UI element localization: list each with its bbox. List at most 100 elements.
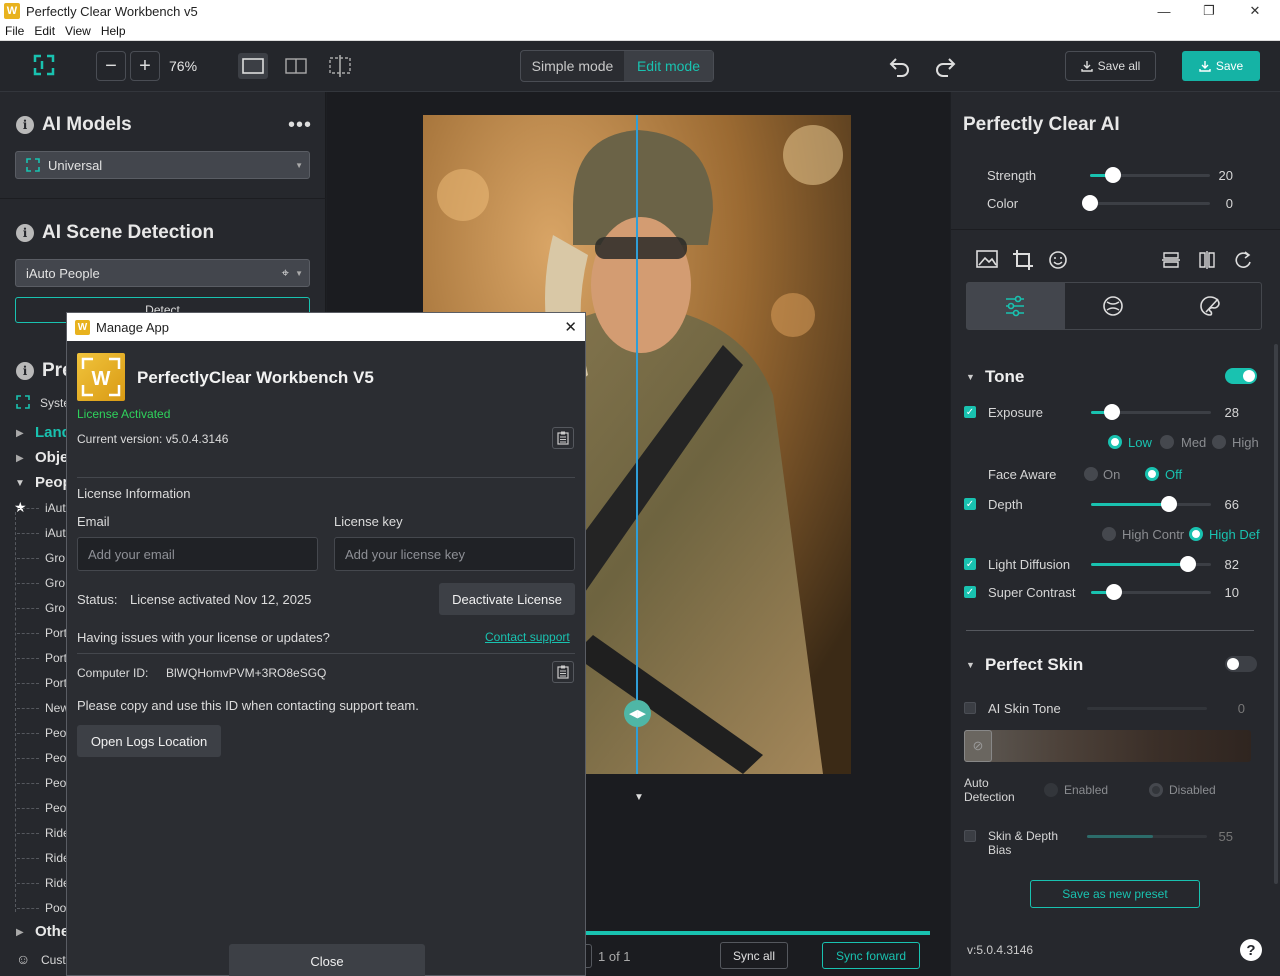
- preset-item[interactable]: iAut: [45, 526, 66, 540]
- email-field[interactable]: Add your email: [77, 537, 318, 571]
- redo-icon[interactable]: [933, 55, 957, 77]
- menu-file[interactable]: File: [0, 24, 29, 38]
- side-by-side-icon[interactable]: [282, 54, 310, 78]
- more-options-icon[interactable]: •••: [288, 114, 312, 137]
- custom-presets-label[interactable]: Cust: [41, 953, 66, 967]
- chevron-down-icon[interactable]: ▼: [966, 372, 975, 382]
- skin-depth-checkbox[interactable]: [964, 830, 976, 842]
- preset-item[interactable]: Port: [45, 626, 67, 640]
- ai-skin-tone-checkbox[interactable]: [964, 702, 976, 714]
- menu-view[interactable]: View: [60, 24, 96, 38]
- preset-item[interactable]: Peo: [45, 801, 66, 815]
- clipboard-icon: [557, 431, 569, 445]
- simple-mode-button[interactable]: Simple mode: [521, 51, 624, 81]
- split-divider[interactable]: [636, 115, 638, 774]
- preset-item[interactable]: Gro: [45, 551, 65, 565]
- flip-horizontal-icon[interactable]: [1197, 250, 1217, 270]
- save-preset-button[interactable]: Save as new preset: [1030, 880, 1200, 908]
- chevron-right-icon[interactable]: ▶: [16, 927, 24, 938]
- preset-item[interactable]: Poo: [45, 901, 66, 915]
- exposure-med-radio[interactable]: [1160, 435, 1174, 449]
- exposure-knob[interactable]: [1104, 404, 1120, 420]
- zoom-in-button[interactable]: +: [130, 51, 160, 81]
- category-other[interactable]: Othe: [35, 923, 69, 940]
- help-icon[interactable]: ?: [1240, 939, 1262, 961]
- super-contrast-checkbox[interactable]: ✓: [964, 586, 976, 598]
- license-key-field[interactable]: Add your license key: [334, 537, 575, 571]
- light-diffusion-knob[interactable]: [1180, 556, 1196, 572]
- category-objects[interactable]: Obje: [35, 449, 68, 466]
- color-knob[interactable]: [1082, 195, 1098, 211]
- edit-mode-button[interactable]: Edit mode: [624, 51, 713, 81]
- exposure-high-radio[interactable]: [1212, 435, 1226, 449]
- face-aware-off-radio[interactable]: [1145, 467, 1159, 481]
- single-view-button[interactable]: [238, 53, 268, 79]
- preset-item[interactable]: Peo: [45, 751, 66, 765]
- palette-icon[interactable]: [1198, 294, 1222, 318]
- chevron-right-icon[interactable]: ▶: [16, 453, 24, 464]
- open-logs-button[interactable]: Open Logs Location: [77, 725, 221, 757]
- minimize-button[interactable]: —: [1141, 0, 1187, 22]
- exposure-low-radio[interactable]: [1108, 435, 1122, 449]
- preset-item[interactable]: Gro: [45, 576, 65, 590]
- close-window-button[interactable]: ✕: [1232, 0, 1278, 22]
- close-dialog-button[interactable]: Close: [229, 944, 425, 976]
- exposure-checkbox[interactable]: ✓: [964, 406, 976, 418]
- contact-support-link[interactable]: Contact support: [485, 630, 570, 644]
- menu-help[interactable]: Help: [96, 24, 131, 38]
- depth-knob[interactable]: [1161, 496, 1177, 512]
- face-icon[interactable]: [1048, 250, 1068, 270]
- tab-adjustments[interactable]: [967, 283, 1065, 329]
- close-icon[interactable]: ✕: [564, 318, 577, 336]
- chevron-down-icon[interactable]: ▼: [966, 660, 975, 670]
- preset-item[interactable]: Peo: [45, 726, 66, 740]
- split-handle[interactable]: ◀▶: [624, 700, 651, 727]
- split-view-icon[interactable]: [326, 53, 354, 79]
- copy-version-button[interactable]: [552, 427, 574, 449]
- chevron-down-icon[interactable]: ▼: [15, 478, 25, 489]
- status-label: Status:: [77, 592, 118, 607]
- skin-tone-gradient[interactable]: ⊘: [964, 730, 1251, 762]
- zoom-out-button[interactable]: −: [96, 51, 126, 81]
- ai-skin-tone-slider[interactable]: [1087, 707, 1207, 710]
- preset-item[interactable]: Port: [45, 676, 67, 690]
- color-slider[interactable]: [1090, 202, 1210, 205]
- save-all-button[interactable]: Save all: [1065, 51, 1156, 81]
- face-aware-on-label: On: [1103, 467, 1121, 482]
- scrollbar[interactable]: [1274, 344, 1278, 884]
- sync-all-button[interactable]: Sync all: [720, 942, 788, 969]
- copy-id-button[interactable]: [552, 661, 574, 683]
- rotate-icon[interactable]: [1233, 250, 1253, 270]
- no-tone-icon[interactable]: ⊘: [964, 730, 992, 762]
- strength-knob[interactable]: [1105, 167, 1121, 183]
- high-def-radio[interactable]: [1189, 527, 1203, 541]
- restore-button[interactable]: ❐: [1186, 0, 1232, 22]
- chevron-down-icon[interactable]: ▼: [634, 792, 644, 803]
- sync-forward-button[interactable]: Sync forward: [822, 942, 920, 969]
- image-icon[interactable]: [976, 249, 998, 269]
- super-contrast-knob[interactable]: [1106, 584, 1122, 600]
- depth-checkbox[interactable]: ✓: [964, 498, 976, 510]
- skin-toggle[interactable]: [1225, 656, 1257, 672]
- auto-enabled-radio[interactable]: [1044, 783, 1058, 797]
- preset-item[interactable]: Port: [45, 651, 67, 665]
- face-aware-on-radio[interactable]: [1084, 467, 1098, 481]
- save-button[interactable]: Save: [1182, 51, 1260, 81]
- copy-id-note: Please copy and use this ID when contact…: [77, 698, 419, 713]
- menu-edit[interactable]: Edit: [29, 24, 60, 38]
- auto-disabled-radio[interactable]: [1149, 783, 1163, 797]
- creative-icon[interactable]: [1101, 294, 1125, 318]
- undo-icon[interactable]: [888, 55, 912, 77]
- preset-item[interactable]: Gro: [45, 601, 65, 615]
- chevron-right-icon[interactable]: ▶: [16, 428, 24, 439]
- flip-vertical-icon[interactable]: [1161, 250, 1181, 270]
- deactivate-license-button[interactable]: Deactivate License: [439, 583, 575, 615]
- scene-select[interactable]: iAuto People ⌖ ▼: [15, 259, 310, 287]
- high-contrast-radio[interactable]: [1102, 527, 1116, 541]
- preset-item[interactable]: iAut: [45, 501, 66, 515]
- light-diffusion-checkbox[interactable]: ✓: [964, 558, 976, 570]
- tone-toggle[interactable]: [1225, 368, 1257, 384]
- preset-item[interactable]: Peo: [45, 776, 66, 790]
- ai-model-select[interactable]: Universal ▼: [15, 151, 310, 179]
- crop-icon[interactable]: [1012, 249, 1034, 271]
